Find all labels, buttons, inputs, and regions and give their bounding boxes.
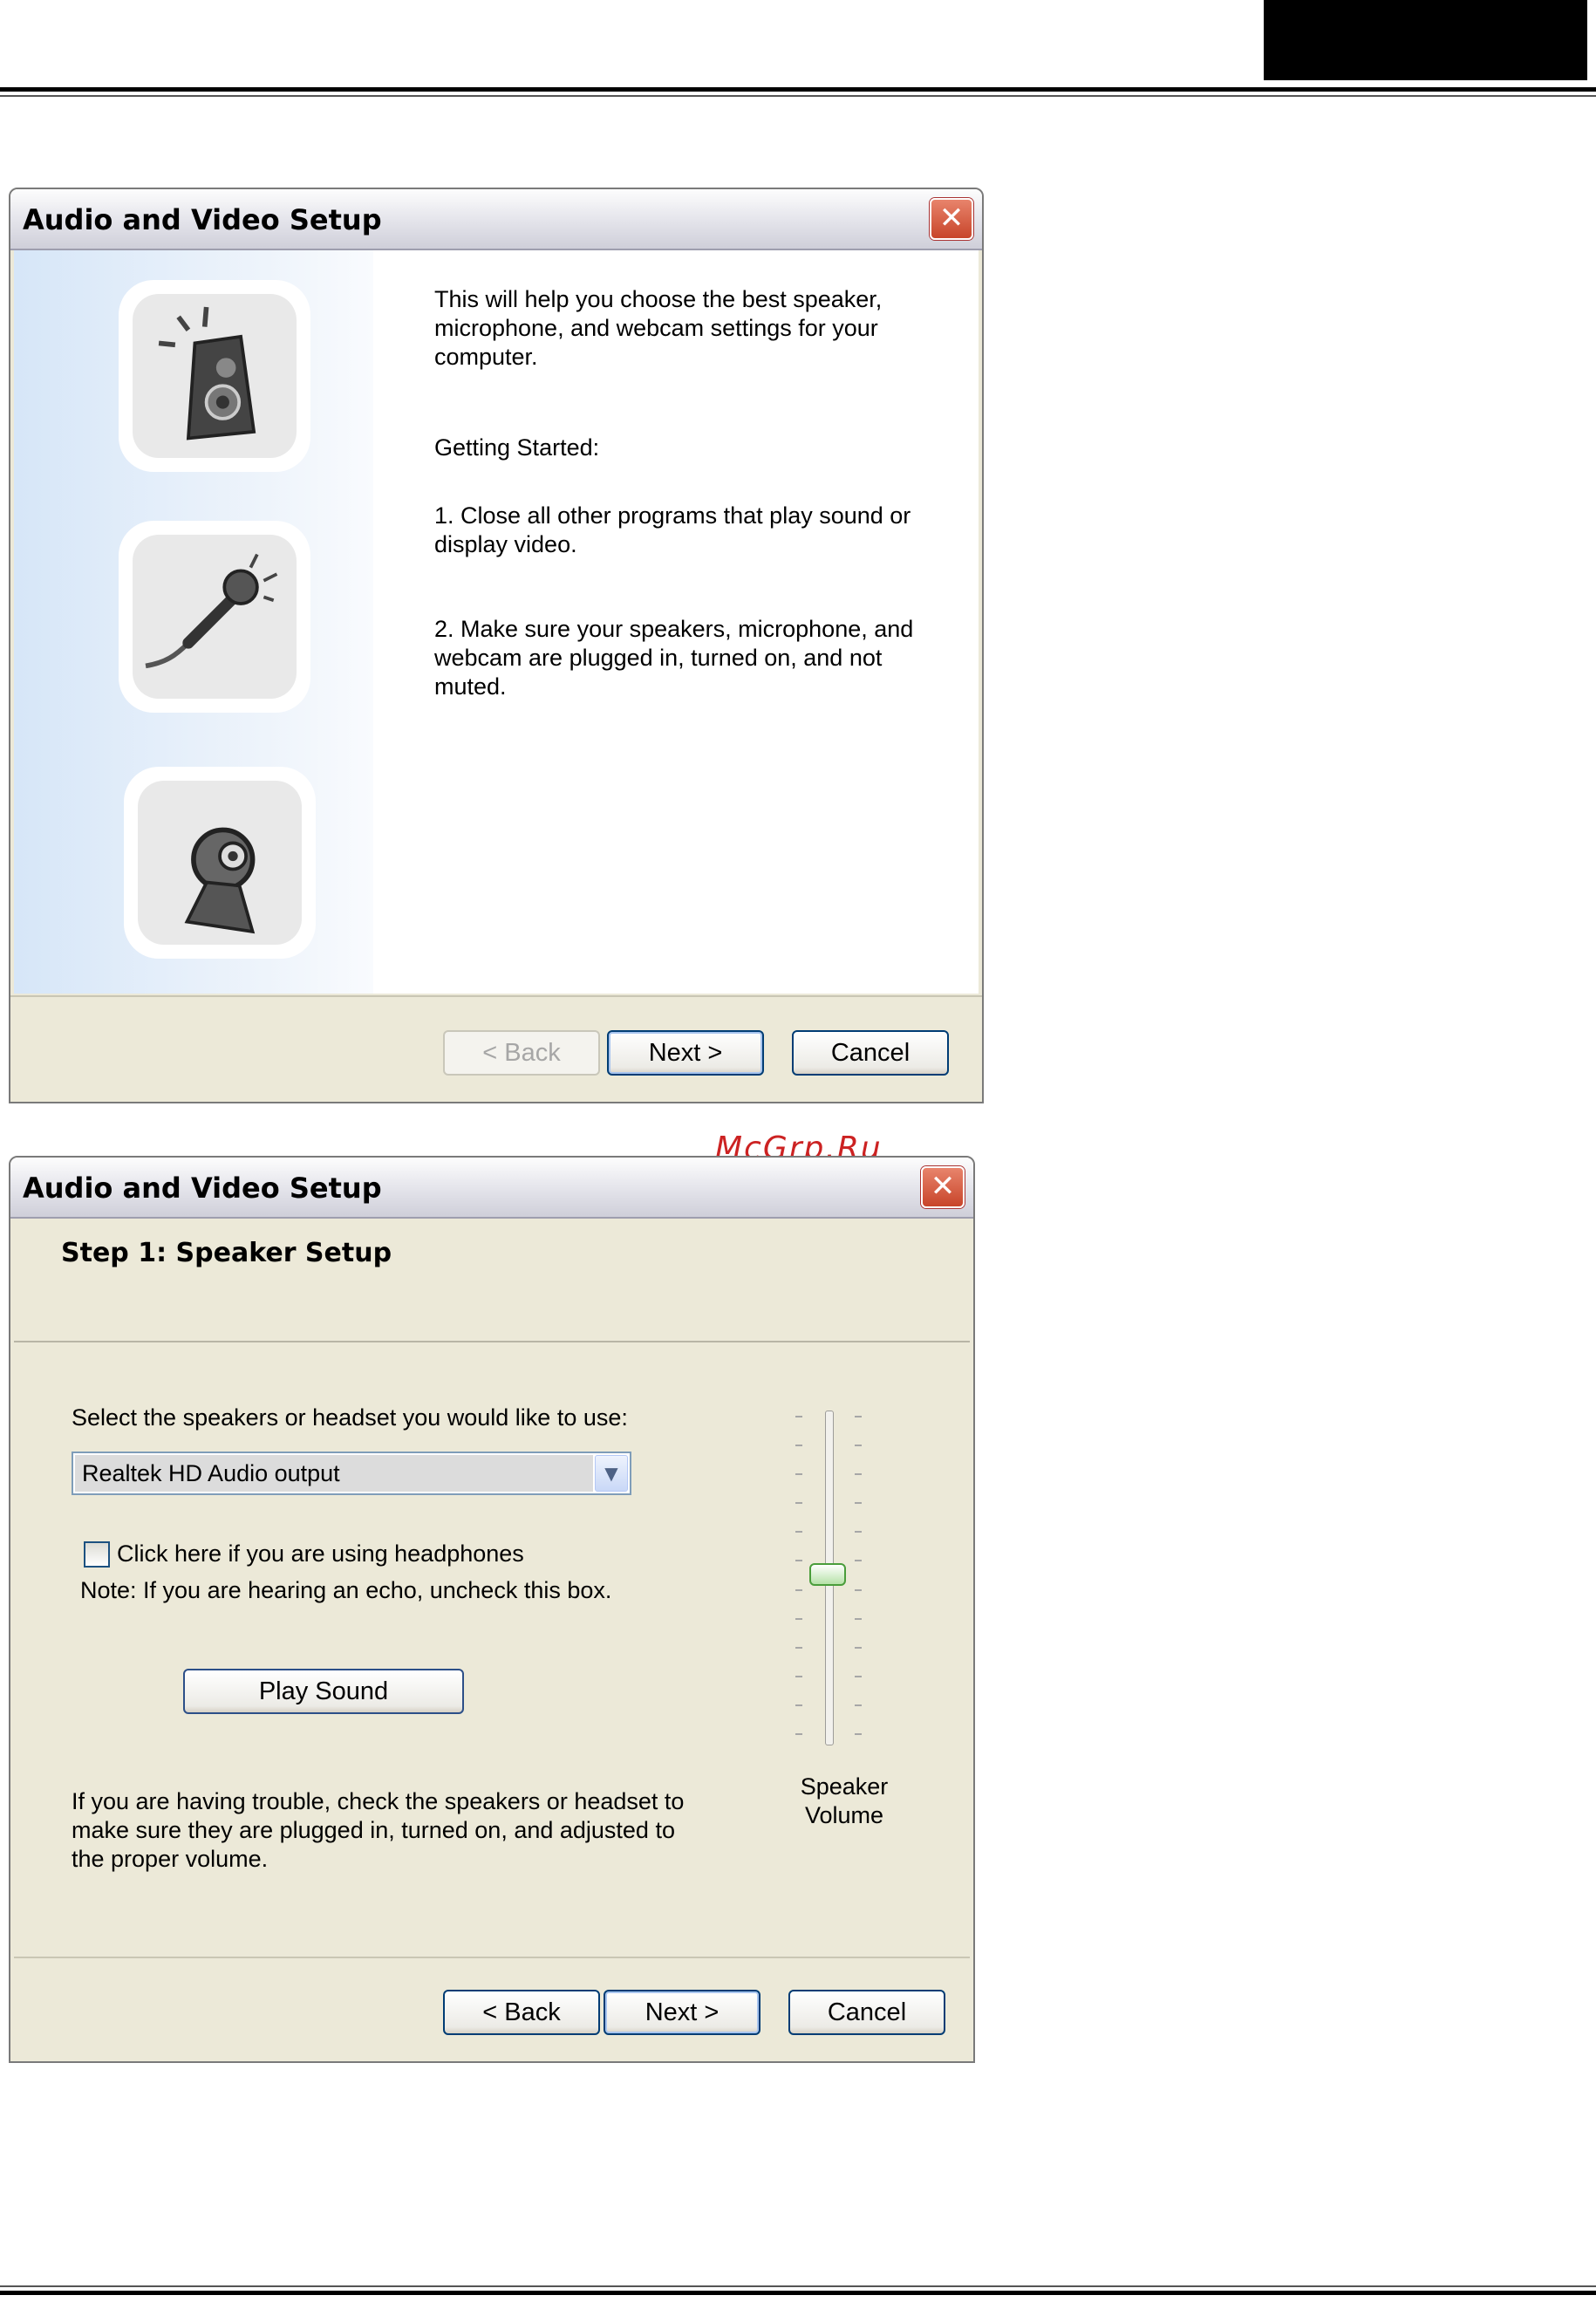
intro-dialog: Audio and Video Setup ✕ This will help y…: [9, 188, 984, 1103]
trouble-text: If you are having trouble, check the spe…: [72, 1788, 685, 1872]
slider-tick: [795, 1588, 802, 1591]
back-button[interactable]: < Back: [443, 1030, 600, 1076]
instruction-step-2: 2. Make sure your speakers, microphone, …: [434, 616, 914, 700]
headphones-checkbox-label[interactable]: Click here if you are using headphones: [117, 1540, 524, 1568]
speaker-setup-dialog: Audio and Video Setup ✕ Step 1: Speaker …: [9, 1156, 975, 2063]
step-title: Step 1: Speaker Setup: [61, 1238, 392, 1268]
slider-tick: [855, 1617, 862, 1620]
slider-tick: [795, 1646, 802, 1649]
next-button[interactable]: Next >: [604, 1990, 760, 2035]
slider-tick: [795, 1473, 802, 1476]
close-button[interactable]: ✕: [921, 1166, 965, 1208]
slider-tick: [795, 1704, 802, 1706]
cancel-button[interactable]: Cancel: [792, 1030, 949, 1076]
next-button[interactable]: Next >: [607, 1030, 764, 1076]
cancel-button[interactable]: Cancel: [788, 1990, 945, 2035]
microphone-icon: [145, 553, 278, 669]
chevron-down-icon[interactable]: ▼: [595, 1455, 628, 1492]
slider-tick: [855, 1588, 862, 1591]
slider-tick: [855, 1473, 862, 1476]
headphones-checkbox[interactable]: [84, 1541, 110, 1568]
back-button[interactable]: < Back: [443, 1990, 600, 2035]
slider-tick: [855, 1560, 862, 1562]
slider-tick: [855, 1502, 862, 1505]
webcam-icon: [184, 827, 256, 934]
getting-started-heading: Getting Started:: [434, 434, 600, 461]
header-rule: [0, 87, 1596, 92]
slider-tick: [855, 1646, 862, 1649]
slider-tick: [855, 1531, 862, 1534]
footer-rule: [0, 2291, 1596, 2295]
slider-tick: [795, 1560, 802, 1562]
slider-tick: [795, 1733, 802, 1735]
intro-paragraph: This will help you choose the best speak…: [434, 286, 883, 370]
intro-content: This will help you choose the best speak…: [14, 250, 979, 994]
button-bar: < Back Next > Cancel: [14, 1957, 970, 2061]
slider-tick: [795, 1416, 802, 1417]
header-black-block: [1264, 0, 1587, 80]
slider-tick: [855, 1416, 862, 1417]
close-button[interactable]: ✕: [930, 198, 973, 240]
window-title: Audio and Video Setup: [23, 1171, 382, 1205]
slider-tick: [795, 1502, 802, 1505]
speaker-device-dropdown[interactable]: Realtek HD Audio output ▼: [72, 1452, 631, 1495]
slider-thumb[interactable]: [809, 1563, 846, 1586]
header-rule-thin: [0, 95, 1596, 97]
speaker-icon-tile: [119, 280, 310, 472]
slider-tick: [795, 1675, 802, 1677]
slider-tick: [795, 1445, 802, 1447]
slider-tick: [855, 1675, 862, 1677]
selected-device: Realtek HD Audio output: [75, 1455, 593, 1492]
slider-tick: [795, 1617, 802, 1620]
button-bar: < Back Next > Cancel: [10, 995, 982, 1102]
slider-tick: [855, 1704, 862, 1706]
play-sound-button[interactable]: Play Sound: [183, 1669, 464, 1714]
speaker-volume-label: Speaker Volume: [800, 1773, 889, 1828]
webcam-icon-tile: [124, 767, 316, 959]
speaker-icon: [158, 306, 256, 441]
slider-tick: [855, 1445, 862, 1447]
slider-tick: [855, 1733, 862, 1735]
title-bar: Audio and Video Setup ✕: [10, 189, 982, 250]
microphone-icon-tile: [119, 521, 310, 713]
footer-rule-thin: [0, 2285, 1596, 2287]
device-select-label: Select the speakers or headset you would…: [72, 1404, 628, 1431]
instruction-step-1: 1. Close all other programs that play so…: [434, 502, 911, 557]
icon-sidebar: [14, 250, 373, 994]
echo-note: Note: If you are hearing an echo, unchec…: [80, 1577, 612, 1603]
window-title: Audio and Video Setup: [23, 203, 382, 236]
slider-tick: [795, 1531, 802, 1534]
title-bar: Audio and Video Setup ✕: [10, 1158, 973, 1219]
